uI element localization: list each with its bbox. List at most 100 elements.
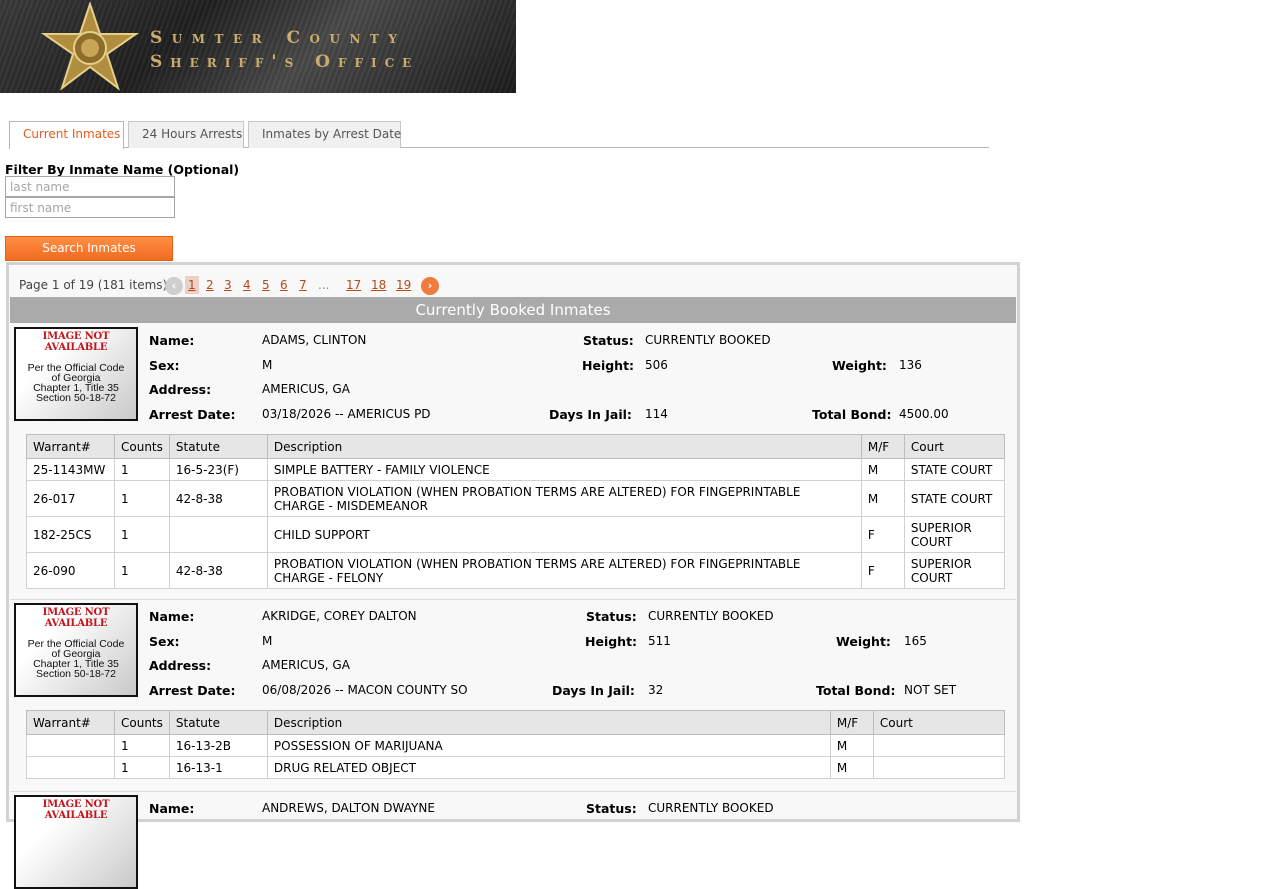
inmate-record: IMAGE NOT AVAILABLE Per the Official Cod… bbox=[10, 325, 1016, 595]
filter-label: Filter By Inmate Name (Optional) bbox=[5, 162, 240, 177]
cell-court bbox=[872, 734, 1006, 757]
cell-description: DRUG RELATED OBJECT bbox=[266, 756, 831, 779]
cell-court bbox=[872, 756, 1006, 779]
inmate-total-bond: NOT SET bbox=[904, 683, 957, 697]
cell-counts: 1 bbox=[114, 734, 170, 757]
inmate-name: ADAMS, CLINTON bbox=[262, 333, 367, 347]
last-name-input[interactable] bbox=[5, 176, 175, 197]
inmate-sex: M bbox=[262, 634, 273, 648]
page-link-7[interactable]: 7 bbox=[299, 278, 307, 292]
grid-title: Currently Booked Inmates bbox=[10, 297, 1016, 323]
inmate-weight: 136 bbox=[899, 358, 922, 372]
inmate-status: CURRENTLY BOOKED bbox=[648, 609, 774, 623]
table-row: 182-25CS 1 CHILD SUPPORT F SUPERIOR COUR… bbox=[26, 516, 1006, 553]
page-link-6[interactable]: 6 bbox=[280, 278, 288, 292]
cell-warrant: 26-090 bbox=[26, 552, 115, 589]
cell-counts: 1 bbox=[114, 552, 170, 589]
cell-description: CHILD SUPPORT bbox=[266, 516, 862, 553]
inmate-arrest-date: 03/18/2026 -- AMERICUS PD bbox=[262, 407, 431, 421]
arrest-date-label: Arrest Date: bbox=[149, 407, 236, 422]
page-link-1[interactable]: 1 bbox=[185, 276, 199, 294]
table-row: 26-090 1 42-8-38 PROBATION VIOLATION (WH… bbox=[26, 552, 1006, 589]
status-label: Status: bbox=[586, 801, 637, 816]
inmate-arrest-date: 06/08/2026 -- MACON COUNTY SO bbox=[262, 683, 468, 697]
page-link-19[interactable]: 19 bbox=[396, 278, 411, 292]
status-label: Status: bbox=[586, 609, 637, 624]
weight-label: Weight: bbox=[832, 358, 887, 373]
col-statute: Statute bbox=[168, 434, 268, 459]
cell-warrant: 182-25CS bbox=[26, 516, 115, 553]
cell-statute bbox=[168, 516, 268, 553]
inmate-photo-placeholder: IMAGE NOT AVAILABLE Per the Official Cod… bbox=[14, 603, 138, 697]
col-mf: M/F bbox=[829, 710, 874, 735]
col-counts: Counts bbox=[114, 434, 170, 459]
chevron-right-icon[interactable]: › bbox=[421, 277, 439, 295]
charges-table: Warrant# Counts Statute Description M/F … bbox=[26, 710, 1006, 779]
cell-counts: 1 bbox=[114, 458, 170, 481]
banner-title-line2: Sheriff's Office bbox=[150, 52, 420, 72]
table-row: 1 16-13-2B POSSESSION OF MARIJUANA M bbox=[26, 734, 1006, 757]
inmate-status: CURRENTLY BOOKED bbox=[648, 801, 774, 815]
inmate-height: 511 bbox=[648, 634, 671, 648]
cell-court: SUPERIOR COURT bbox=[903, 552, 1006, 589]
page-link-4[interactable]: 4 bbox=[243, 278, 251, 292]
page-ellipsis[interactable]: ... bbox=[318, 278, 329, 292]
image-not-available-text: IMAGE NOT AVAILABLE bbox=[42, 799, 110, 821]
table-row: 26-017 1 42-8-38 PROBATION VIOLATION (WH… bbox=[26, 480, 1006, 517]
charges-table: Warrant# Counts Statute Description M/F … bbox=[26, 434, 1006, 589]
cell-warrant: 26-017 bbox=[26, 480, 115, 517]
page-link-18[interactable]: 18 bbox=[371, 278, 386, 292]
col-statute: Statute bbox=[168, 710, 268, 735]
col-counts: Counts bbox=[114, 710, 170, 735]
tab-current-inmates[interactable]: Current Inmates bbox=[9, 121, 124, 149]
days-in-jail-label: Days In Jail: bbox=[552, 683, 635, 698]
inmate-name: ANDREWS, DALTON DWAYNE bbox=[262, 801, 435, 815]
inmate-total-bond: 4500.00 bbox=[899, 407, 949, 421]
cell-statute: 42-8-38 bbox=[168, 552, 268, 589]
cell-mf: M bbox=[860, 458, 905, 481]
inmate-height: 506 bbox=[645, 358, 668, 372]
cell-description: POSSESSION OF MARIJUANA bbox=[266, 734, 831, 757]
cell-description: PROBATION VIOLATION (WHEN PROBATION TERM… bbox=[266, 552, 862, 589]
sex-label: Sex: bbox=[149, 358, 180, 373]
banner-title-line1: Sumter County bbox=[150, 28, 407, 48]
page-link-2[interactable]: 2 bbox=[206, 278, 214, 292]
pager-summary: Page 1 of 19 (181 items) bbox=[19, 278, 168, 292]
address-label: Address: bbox=[149, 658, 212, 673]
cell-warrant bbox=[26, 756, 115, 779]
inmate-photo-placeholder: IMAGE NOT AVAILABLE Per the Official Cod… bbox=[14, 327, 138, 421]
inmate-name: AKRIDGE, COREY DALTON bbox=[262, 609, 417, 623]
cell-mf: F bbox=[860, 516, 905, 553]
chevron-left-icon[interactable]: ‹ bbox=[165, 277, 183, 295]
inmate-address: AMERICUS, GA bbox=[262, 382, 350, 396]
name-label: Name: bbox=[149, 609, 195, 624]
page-link-17[interactable]: 17 bbox=[346, 278, 361, 292]
cell-description: SIMPLE BATTERY - FAMILY VIOLENCE bbox=[266, 458, 862, 481]
height-label: Height: bbox=[585, 634, 638, 649]
cell-court: STATE COURT bbox=[903, 458, 1006, 481]
cell-counts: 1 bbox=[114, 756, 170, 779]
table-row: 25-1143MW 1 16-5-23(F) SIMPLE BATTERY - … bbox=[26, 458, 1006, 481]
inmate-record: IMAGE NOT AVAILABLE Per the Official Cod… bbox=[10, 601, 1016, 791]
days-in-jail-label: Days In Jail: bbox=[549, 407, 632, 422]
image-not-available-text: IMAGE NOT AVAILABLE bbox=[42, 331, 110, 353]
tab-inmates-by-arrest-date[interactable]: Inmates by Arrest Date bbox=[248, 121, 401, 148]
name-label: Name: bbox=[149, 333, 195, 348]
charges-header-row: Warrant# Counts Statute Description M/F … bbox=[26, 710, 1006, 735]
col-court: Court bbox=[872, 710, 1006, 735]
address-label: Address: bbox=[149, 382, 212, 397]
inmate-status: CURRENTLY BOOKED bbox=[645, 333, 771, 347]
photo-code-line: Section 50-18-72 bbox=[36, 668, 116, 680]
tab-24-hours-arrests[interactable]: 24 Hours Arrests bbox=[128, 121, 244, 148]
col-warrant: Warrant# bbox=[26, 434, 115, 459]
cell-warrant bbox=[26, 734, 115, 757]
inmate-address: AMERICUS, GA bbox=[262, 658, 350, 672]
weight-label: Weight: bbox=[836, 634, 891, 649]
page-link-3[interactable]: 3 bbox=[224, 278, 232, 292]
search-inmates-button[interactable]: Search Inmates bbox=[5, 236, 173, 261]
charges-header-row: Warrant# Counts Statute Description M/F … bbox=[26, 434, 1006, 459]
page-link-5[interactable]: 5 bbox=[262, 278, 270, 292]
inmate-weight: 165 bbox=[904, 634, 927, 648]
first-name-input[interactable] bbox=[5, 197, 175, 218]
cell-statute: 16-13-1 bbox=[168, 756, 268, 779]
